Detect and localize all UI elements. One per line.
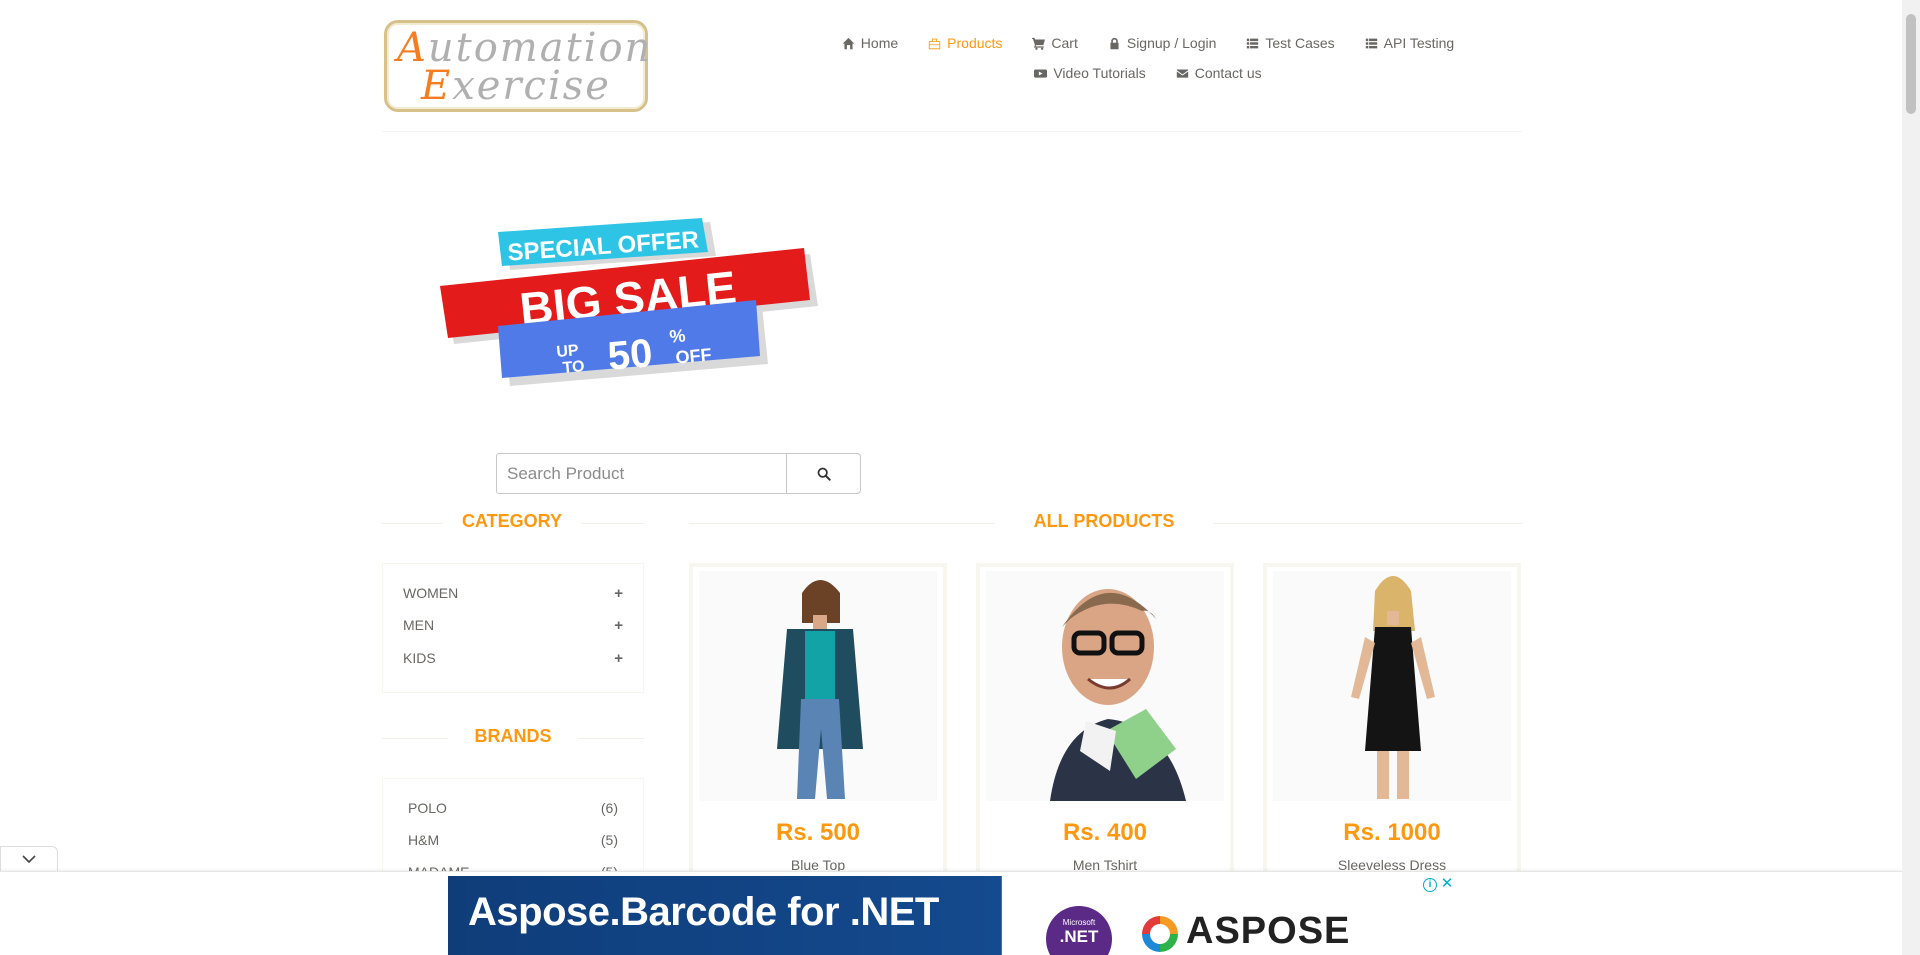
product-photo-men-tshirt: [1050, 589, 1186, 801]
svg-text:OFF: OFF: [675, 344, 713, 367]
site-logo[interactable]: Automation Exercise: [384, 20, 650, 112]
product-image[interactable]: [986, 571, 1224, 801]
lock-icon: [1110, 37, 1119, 49]
search-bar: [496, 453, 861, 494]
category-panel: WOMEN + MEN + KIDS +: [382, 563, 644, 693]
svg-text:TO: TO: [562, 358, 585, 377]
ad-banner[interactable]: Aspose.Barcode for .NET Microsoft .NET A…: [448, 876, 1454, 955]
plus-icon[interactable]: +: [614, 585, 623, 602]
list-icon: [1247, 38, 1259, 48]
ad-info-icon[interactable]: i: [1423, 878, 1437, 892]
nav-api-testing[interactable]: API Testing: [1365, 35, 1454, 51]
home-icon: [842, 37, 854, 49]
svg-text:50: 50: [606, 331, 654, 379]
title-rule: [689, 523, 995, 524]
nav-cart[interactable]: Cart: [1032, 35, 1078, 51]
nav-video-tutorials[interactable]: Video Tutorials: [1034, 65, 1146, 81]
product-image[interactable]: [699, 571, 937, 801]
products-icon: [928, 38, 941, 49]
aspose-logo-icon: [1142, 916, 1178, 952]
product-photo-blue-top: [777, 580, 863, 799]
search-button[interactable]: [787, 453, 861, 494]
list-icon: [1365, 38, 1377, 48]
brand-item-hm[interactable]: H&M (5): [408, 832, 618, 848]
envelope-icon: [1176, 68, 1188, 78]
title-rule: [1213, 523, 1522, 524]
site-header: Automation Exercise Home Products Cart S…: [382, 0, 1522, 132]
cart-icon: [1032, 37, 1046, 50]
product-photo-sleeveless-dress: [1351, 576, 1435, 799]
big-sale-graphic: SPECIAL OFFER BIG SALE UP TO 50 % OFF: [440, 218, 818, 386]
ad-headline: Aspose.Barcode for .NET: [468, 890, 939, 934]
category-kids[interactable]: KIDS +: [403, 650, 623, 667]
nav-home[interactable]: Home: [842, 35, 898, 51]
all-products-title: All Products: [1033, 511, 1175, 531]
category-women[interactable]: WOMEN +: [403, 585, 623, 602]
ad-close-icon[interactable]: ✕: [1440, 876, 1454, 892]
page-scrollbar[interactable]: [1902, 0, 1920, 955]
product-image[interactable]: [1273, 571, 1511, 801]
scrollbar-thumb[interactable]: [1906, 14, 1916, 114]
title-rule: [582, 523, 644, 524]
nav-test-cases[interactable]: Test Cases: [1246, 35, 1335, 51]
product-price: Rs. 500: [775, 819, 861, 846]
youtube-icon: [1034, 68, 1048, 78]
product-price: Rs. 400: [1062, 819, 1148, 846]
title-rule: [382, 738, 448, 739]
product-price: Rs. 1000: [1343, 819, 1441, 846]
chevron-down-icon: [22, 855, 36, 864]
brand-count: (6): [600, 800, 618, 816]
ad-brand: ASPOSE: [1186, 910, 1351, 952]
brands-title: Brands: [474, 726, 552, 746]
sale-banner: SPECIAL OFFER BIG SALE UP TO 50 % OFF: [438, 214, 826, 386]
plus-icon[interactable]: +: [614, 650, 623, 667]
svg-text:%: %: [669, 325, 687, 346]
search-input[interactable]: [496, 453, 787, 494]
title-rule: [578, 738, 644, 739]
search-icon: [817, 467, 831, 481]
brand-item-polo[interactable]: POLO (6): [408, 800, 618, 816]
nav-contact-us[interactable]: Contact us: [1176, 65, 1262, 81]
ad-collapse-toggle[interactable]: [0, 846, 58, 872]
nav-products[interactable]: Products: [928, 35, 1002, 51]
category-title: Category: [461, 511, 562, 531]
plus-icon[interactable]: +: [614, 617, 623, 634]
main-nav: Home Products Cart Signup / Login Test C…: [788, 28, 1508, 88]
logo-line-2: Exercise: [421, 63, 611, 109]
nav-signup-login[interactable]: Signup / Login: [1108, 35, 1216, 51]
category-men[interactable]: MEN +: [403, 617, 623, 634]
title-rule: [382, 523, 442, 524]
dotnet-badge: Microsoft .NET: [1046, 906, 1112, 955]
brand-count: (5): [600, 832, 618, 848]
